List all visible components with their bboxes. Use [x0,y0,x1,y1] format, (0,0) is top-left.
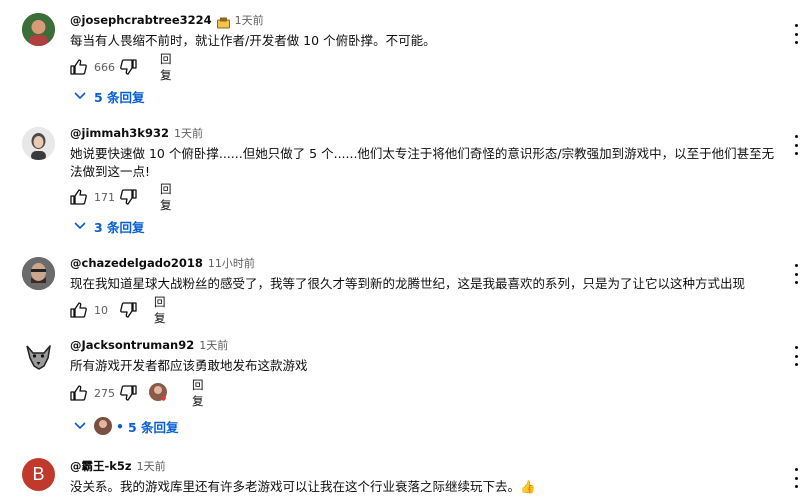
comment-timestamp[interactable]: 11小时前 [208,255,255,271]
avatar[interactable] [22,127,55,160]
like-count: 666 [94,60,115,74]
comment-timestamp[interactable]: 1天前 [199,337,228,353]
replies-count: 5 条回复 [128,419,179,435]
dislike-button[interactable] [118,300,138,320]
view-replies-button[interactable]: 3 条回复 [74,216,145,236]
like-count: 10 [94,303,108,317]
comment-author[interactable]: @chazedelgado2018 [70,256,203,270]
user-photo-icon [22,13,55,46]
comment-text: 所有游戏开发者都应该勇敢地发布这款游戏 [70,358,308,373]
member-badge-icon [216,14,230,29]
thumb-down-icon [119,302,137,318]
comment-text: 现在我知道星球大战粉丝的感受了，我等了很久才等到新的龙腾世纪，这是我最喜欢的系列… [70,276,746,291]
chevron-down-icon [74,222,86,230]
comment-timestamp[interactable]: 1天前 [137,458,166,474]
comment-author[interactable]: @Jacksontruman92 [70,338,194,352]
more-actions-icon[interactable] [792,468,800,488]
thumb-up-icon [69,189,87,205]
thumb-up-icon [69,385,87,401]
comment-text: 没关系。我的游戏库里还有许多老游戏可以让我在这个行业衰落之际继续玩下去。👍 [70,479,536,494]
more-actions-icon[interactable] [792,264,800,284]
replies-count: 5 条回复 [94,89,145,105]
comment-text: 每当有人畏缩不前时，就让作者/开发者做 10 个俯卧撑。不可能。 [70,33,436,48]
dislike-button[interactable] [118,57,138,77]
avatar[interactable] [22,340,55,373]
replies-separator: • [116,418,124,434]
more-actions-icon[interactable] [792,135,800,155]
comment-author[interactable]: @霸王-k5z [70,458,132,474]
reply-button[interactable]: 回复 [160,51,172,83]
like-button[interactable] [68,187,88,207]
avatar[interactable] [22,257,55,290]
thumb-up-icon [69,59,87,75]
like-button[interactable] [68,300,88,320]
more-actions-icon[interactable] [792,346,800,366]
user-photo-icon [22,127,55,160]
like-button[interactable] [68,57,88,77]
reply-button[interactable]: 回复 [154,294,166,326]
thumb-down-icon [119,59,137,75]
avatar[interactable]: B [22,458,55,491]
thumb-down-icon [119,385,137,401]
chevron-down-icon [74,422,86,430]
view-replies-button[interactable]: • 5 条回复 [74,416,179,436]
creator-heart-icon [148,382,169,403]
more-actions-icon[interactable] [792,24,800,44]
view-replies-button[interactable]: 5 条回复 [74,86,145,106]
chevron-down-icon [74,92,86,100]
reply-button[interactable]: 回复 [160,181,172,213]
avatar[interactable] [22,13,55,46]
dislike-button[interactable] [118,187,138,207]
like-count: 275 [94,386,115,400]
comment-timestamp[interactable]: 1天前 [174,125,203,141]
like-button[interactable] [68,383,88,403]
reply-button[interactable]: 回复 [192,377,204,409]
replies-count: 3 条回复 [94,219,145,235]
dislike-button[interactable] [118,383,138,403]
thumb-up-icon [69,302,87,318]
avatar-letter: B [32,464,45,484]
comment-author[interactable]: @jimmah3k932 [70,126,169,140]
thumb-down-icon [119,189,137,205]
comment-text: 她说要快速做 10 个俯卧撑......但她只做了 5 个......他们太专注… [70,146,775,179]
comment-timestamp[interactable]: 1天前 [235,12,264,28]
comment-author[interactable]: @josephcrabtree3224 [70,13,212,27]
like-count: 171 [94,190,115,204]
user-photo-icon [22,257,55,290]
wolf-avatar-icon [22,340,55,373]
creator-avatar-icon [94,417,112,435]
